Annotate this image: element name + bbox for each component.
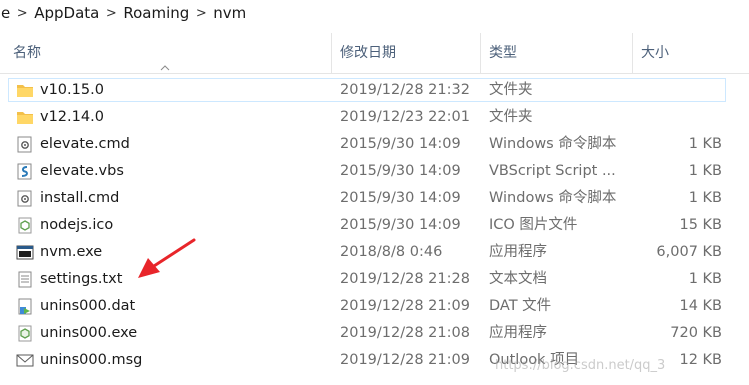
file-date: 2019/12/28 21:32 <box>340 82 470 98</box>
file-type: 文件夹 <box>489 82 533 98</box>
breadcrumb-item-roaming[interactable]: Roaming <box>122 4 190 22</box>
cmd-script-icon <box>16 190 34 207</box>
file-type: ICO 图片文件 <box>489 217 578 233</box>
breadcrumb-item-appdata[interactable]: AppData <box>33 4 100 22</box>
file-date: 2019/12/28 21:28 <box>340 271 470 287</box>
file-name[interactable]: unins000.msg <box>40 347 330 374</box>
file-list: v10.15.0 2019/12/28 21:32 文件夹 v12.14.0 2019/… <box>0 77 749 374</box>
column-header-row: 名称 修改日期 类型 大小 <box>0 33 749 74</box>
file-name[interactable]: v12.14.0 <box>40 104 330 131</box>
file-date: 2019/12/23 22:01 <box>340 109 470 125</box>
file-date: 2019/12/28 21:09 <box>340 352 470 368</box>
file-type: DAT 文件 <box>489 298 552 314</box>
file-size: 14 KB <box>679 298 722 314</box>
file-type: Windows 命令脚本 <box>489 190 617 206</box>
file-row[interactable]: elevate.cmd 2015/9/30 14:09 Windows 命令脚本 1 … <box>0 131 749 158</box>
mail-icon <box>16 352 34 369</box>
column-header-date[interactable]: 修改日期 <box>331 33 480 73</box>
text-file-icon <box>16 271 34 288</box>
file-size <box>632 77 722 104</box>
file-date: 2015/9/30 14:09 <box>340 190 461 206</box>
file-row[interactable]: nvm.exe 2018/8/8 0:46 应用程序 6,007 KB <box>0 239 749 266</box>
file-type: Windows 命令脚本 <box>489 136 617 152</box>
file-name[interactable]: unins000.exe <box>40 320 330 347</box>
file-size: 1 KB <box>688 136 722 152</box>
file-name[interactable]: elevate.cmd <box>40 131 330 158</box>
file-row[interactable]: install.cmd 2015/9/30 14:09 Windows 命令脚本 1 … <box>0 185 749 212</box>
file-date: 2019/12/28 21:09 <box>340 298 470 314</box>
file-row[interactable]: nodejs.ico 2015/9/30 14:09 ICO 图片文件 15 KB <box>0 212 749 239</box>
red-arrow-annotation <box>132 236 198 282</box>
breadcrumb-item-nvm[interactable]: nvm <box>212 4 247 22</box>
file-size: 1 KB <box>688 163 722 179</box>
file-date: 2015/9/30 14:09 <box>340 163 461 179</box>
sort-ascending-icon <box>160 64 170 74</box>
file-name[interactable]: elevate.vbs <box>40 158 330 185</box>
dat-file-icon <box>16 298 34 315</box>
file-size: 6,007 KB <box>656 244 722 260</box>
file-name[interactable]: nodejs.ico <box>40 212 330 239</box>
file-type: VBScript Script ... <box>489 163 616 179</box>
file-explorer-window: e > AppData > Roaming > nvm 名称 修改日期 类型 大… <box>0 0 749 385</box>
nodejs-ico-icon <box>16 217 34 234</box>
cmd-script-icon <box>16 136 34 153</box>
file-name[interactable]: unins000.dat <box>40 293 330 320</box>
watermark: https://blog.csdn.net/qq_3 <box>495 358 666 373</box>
file-type: 文本文档 <box>489 271 547 287</box>
file-date: 2018/8/8 0:46 <box>340 244 443 260</box>
chevron-right-icon[interactable]: > <box>190 6 212 21</box>
file-type: 文件夹 <box>489 109 533 125</box>
file-row[interactable]: unins000.exe 2019/12/28 21:08 应用程序 720 KB <box>0 320 749 347</box>
file-size <box>632 104 722 131</box>
column-header-size[interactable]: 大小 <box>632 33 749 73</box>
file-row[interactable]: v10.15.0 2019/12/28 21:32 文件夹 <box>0 77 749 104</box>
exe-icon <box>16 244 34 261</box>
breadcrumb-item-user[interactable]: e <box>0 4 11 22</box>
file-name[interactable]: v10.15.0 <box>40 77 330 104</box>
file-row[interactable]: settings.txt 2019/12/28 21:28 文本文档 1 KB <box>0 266 749 293</box>
folder-icon <box>16 109 34 126</box>
chevron-right-icon[interactable]: > <box>11 6 33 21</box>
file-size: 720 KB <box>670 325 722 341</box>
column-header-type[interactable]: 类型 <box>480 33 632 73</box>
file-row[interactable]: unins000.dat 2019/12/28 21:09 DAT 文件 14 KB <box>0 293 749 320</box>
file-size: 15 KB <box>679 217 722 233</box>
file-size: 1 KB <box>688 271 722 287</box>
breadcrumb: e > AppData > Roaming > nvm <box>0 0 749 26</box>
vbs-script-icon <box>16 163 34 180</box>
file-name[interactable]: install.cmd <box>40 185 330 212</box>
file-size: 1 KB <box>688 190 722 206</box>
file-date: 2015/9/30 14:09 <box>340 136 461 152</box>
file-type: 应用程序 <box>489 244 547 260</box>
file-row[interactable]: elevate.vbs 2015/9/30 14:09 VBScript Scrip… <box>0 158 749 185</box>
file-row[interactable]: v12.14.0 2019/12/23 22:01 文件夹 <box>0 104 749 131</box>
file-date: 2019/12/28 21:08 <box>340 325 470 341</box>
folder-icon <box>16 82 34 99</box>
file-type: 应用程序 <box>489 325 547 341</box>
chevron-right-icon[interactable]: > <box>100 6 122 21</box>
nodejs-exe-icon <box>16 325 34 342</box>
file-date: 2015/9/30 14:09 <box>340 217 461 233</box>
